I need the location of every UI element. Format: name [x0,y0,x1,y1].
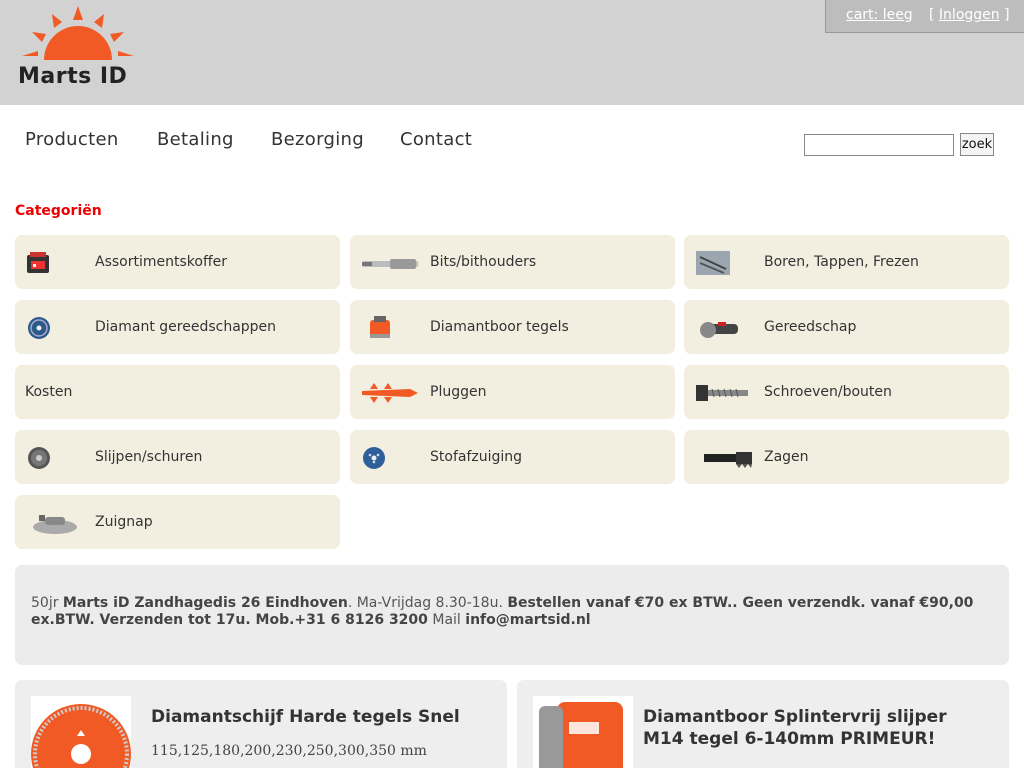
cart-link[interactable]: cart: leeg [846,7,913,23]
category-label: Zuignap [95,514,153,530]
drill-bits-icon [696,251,730,275]
nav-item-betaling[interactable]: Betaling [157,129,234,150]
info-mail-label: Mail [427,612,466,628]
main-nav: Producten Betaling Bezorging Contact zoe… [5,105,1019,175]
category-label: Schroeven/bouten [764,384,892,400]
wall-plug-icon [362,383,418,403]
core-drill-product-icon [539,702,629,768]
category-label: Pluggen [430,384,487,400]
category-label: Slijpen/schuren [95,449,203,465]
logo-text: Marts ID [18,64,128,89]
category-label: Assortimentskoffer [95,254,227,270]
product-image[interactable] [31,696,131,768]
product-card[interactable]: Diamantboor Splintervrij slijper M14 teg… [517,680,1009,768]
login-bracket-open: [ [929,7,935,23]
category-boren-tappen-frezen[interactable]: Boren, Tappen, Frezen [684,235,1009,289]
category-assortimentskoffer[interactable]: Assortimentskoffer [15,235,340,289]
header: Marts ID cart: leeg [ Inloggen ] [0,0,1024,105]
logo[interactable]: Marts ID [18,4,143,94]
product-title[interactable]: Diamantschijf Harde tegels Snel [151,706,491,728]
saw-blade-icon [704,452,752,468]
shop-info: 50jr Marts iD Zandhagedis 26 Eindhoven. … [15,565,1009,665]
category-label: Bits/bithouders [430,254,537,270]
info-text: 50jr [31,595,63,611]
diamond-disc-icon [28,317,50,339]
product-card[interactable]: Diamantschijf Harde tegels Snel 115,125,… [15,680,507,768]
core-drill-icon [370,316,390,338]
category-label: Boren, Tappen, Frezen [764,254,919,270]
category-pluggen[interactable]: Pluggen [350,365,675,419]
category-label: Stofafzuiging [430,449,523,465]
nav-item-producten[interactable]: Producten [25,129,119,150]
category-stofafzuiging[interactable]: Stofafzuiging [350,430,675,484]
login-wrapper: [ Inloggen ] [929,7,1010,23]
sun-logo-icon [22,6,134,60]
search-input[interactable] [804,134,954,156]
login-bracket-close: ] [1004,7,1010,23]
category-label: Diamant gereedschappen [95,319,277,335]
categories-heading: Categoriën [15,203,102,219]
nav-item-bezorging[interactable]: Bezorging [271,129,364,150]
category-slijpen-schuren[interactable]: Slijpen/schuren [15,430,340,484]
category-zuignap[interactable]: Zuignap [15,495,340,549]
bit-holder-icon [362,259,418,269]
nav-item-contact[interactable]: Contact [400,129,472,150]
search-button[interactable]: zoek [960,133,994,156]
category-diamant-gereedschappen[interactable]: Diamant gereedschappen [15,300,340,354]
category-label: Zagen [764,449,809,465]
product-title[interactable]: Diamantboor Splintervrij slijper M14 teg… [643,706,993,750]
category-zagen[interactable]: Zagen [684,430,1009,484]
category-label: Kosten [25,384,73,400]
category-label: Gereedschap [764,319,857,335]
dust-disc-icon [363,447,385,469]
screw-icon [696,385,748,401]
suction-cup-icon [33,515,77,534]
category-kosten[interactable]: Kosten [15,365,340,419]
category-label: Diamantboor tegels [430,319,569,335]
info-address: Marts iD Zandhagedis 26 Eindhoven [62,595,348,611]
info-email[interactable]: info@martsid.nl [465,612,590,628]
info-hours: . Ma-Vrijdag 8.30-18u. [347,595,508,611]
category-bits-bithouders[interactable]: Bits/bithouders [350,235,675,289]
product-image[interactable] [533,696,633,768]
category-diamantboor-tegels[interactable]: Diamantboor tegels [350,300,675,354]
product-subtitle: 115,125,180,200,230,250,300,350 mm [151,743,427,759]
grinding-disc-icon [28,447,50,469]
category-gereedschap[interactable]: Gereedschap [684,300,1009,354]
toolcase-icon [27,252,49,273]
diamond-blade-icon [31,704,131,768]
category-schroeven-bouten[interactable]: Schroeven/bouten [684,365,1009,419]
account-bar: cart: leeg [ Inloggen ] [825,0,1024,33]
login-link[interactable]: Inloggen [939,7,1000,23]
angle-grinder-icon [700,322,738,338]
